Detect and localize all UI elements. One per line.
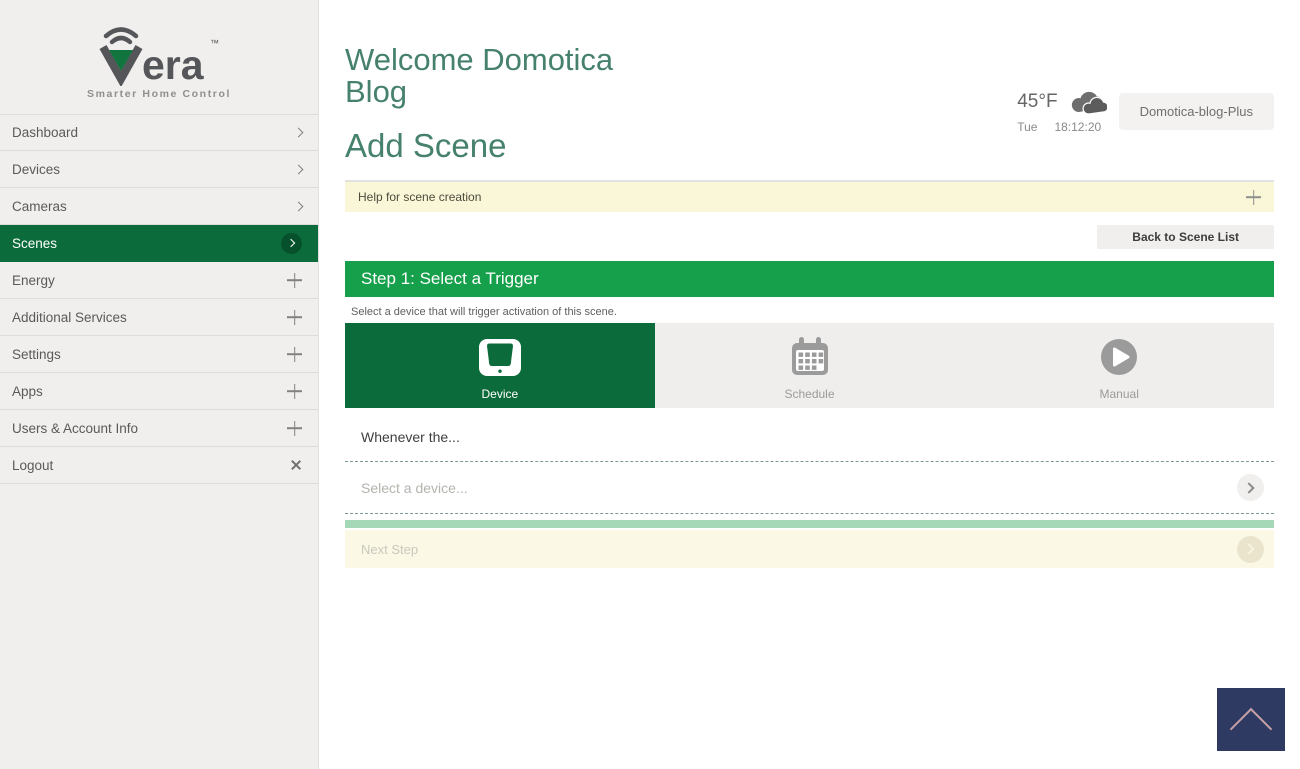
trigger-tiles: Device Schedule Manual [345,323,1275,409]
vera-logo-mark: era ™ [99,27,219,86]
trigger-tile-label: Schedule [784,387,835,402]
chevron-right-circle-icon [281,232,302,254]
progress-strip [345,520,1274,529]
chevron-right-icon [293,201,304,211]
chevron-right-icon [286,238,295,248]
plus-icon [287,421,302,436]
trigger-tile-manual[interactable]: Manual [964,323,1275,409]
trigger-tile-label: Device [481,387,519,402]
back-to-top-button[interactable] [1217,688,1285,751]
chevron-up-icon [1229,707,1273,750]
chevron-right-icon [293,127,304,138]
sidebar-item-label: Energy [12,272,55,288]
plus-icon [287,384,302,399]
temperature: 45°F [1017,90,1058,112]
weekday: Tue [1017,120,1038,134]
trigger-tile-device[interactable]: Device [345,323,655,409]
plus-icon [287,273,302,288]
clock-time: 18:12:20 [1054,120,1102,134]
sidebar-item-label: Logout [12,457,54,473]
logo-tagline: Smarter Home Control [86,88,232,100]
sidebar-item-settings[interactable]: Settings [0,336,318,373]
sidebar-item-label: Devices [12,161,61,177]
sidebar-item-logout[interactable]: Logout [0,447,318,484]
sidebar: era ™ Smarter Home Control Dashboard Dev… [0,0,319,769]
sidebar-item-users-account-info[interactable]: Users & Account Info [0,410,318,447]
close-icon [290,459,302,471]
step1-title: Step 1: Select a Trigger [361,269,539,289]
sidebar-item-energy[interactable]: Energy [0,262,318,299]
chevron-right-icon [1243,482,1255,494]
step1-header: Step 1: Select a Trigger [345,261,1274,298]
main-content: 45°F Tue 18:12:20 Domotica-blog-Plus Wel… [319,0,1300,769]
sidebar-item-label: Scenes [12,235,58,251]
sidebar-item-dashboard[interactable]: Dashboard [0,114,318,151]
chevron-right-circle-icon[interactable] [1237,474,1264,502]
select-device-row[interactable]: Select a device... [345,462,1274,515]
header-right: 45°F Tue 18:12:20 Domotica-blog-Plus [1017,88,1274,134]
wifi-arc-inner-icon [109,35,133,45]
expand-plus-icon[interactable] [1246,190,1261,205]
whenever-the-label: Whenever the... [345,408,1274,463]
next-step-chevron-circle-icon [1237,535,1264,563]
sidebar-item-devices[interactable]: Devices [0,151,318,188]
trigger-tile-label: Manual [1099,387,1139,402]
sidebar-item-label: Dashboard [12,125,79,140]
sidebar-item-label: Users & Account Info [12,420,139,436]
sidebar-item-scenes[interactable]: Scenes [0,225,318,262]
controller-select-button[interactable]: Domotica-blog-Plus [1118,92,1274,130]
plus-icon [287,310,302,325]
chevron-right-icon [1243,543,1255,555]
sidebar-item-additional-services[interactable]: Additional Services [0,299,318,336]
chevron-right-icon [293,164,304,174]
welcome-line1: Welcome Domotica [345,42,614,77]
wifi-arc-outer-icon [103,27,139,39]
weather-block: 45°F Tue 18:12:20 [1017,88,1107,134]
clouds-icon [1071,91,1107,115]
next-step-label: Next Step [361,541,419,557]
sidebar-item-label: Cameras [12,198,67,214]
welcome-line2: Blog [345,73,408,109]
help-for-scene-creation-bar[interactable]: Help for scene creation [345,182,1274,213]
sidebar-menu: Dashboard Devices Cameras Scenes Energy … [0,114,318,484]
device-icon [478,339,521,377]
sidebar-item-label: Settings [12,346,61,362]
sidebar-item-apps[interactable]: Apps [0,373,318,410]
vera-logo: era ™ Smarter Home Control [0,0,318,114]
select-device-placeholder: Select a device... [361,479,468,496]
sidebar-item-label: Apps [12,383,43,399]
step1-subtext: Select a device that will trigger activa… [351,306,617,319]
trigger-tile-schedule[interactable]: Schedule [654,323,965,409]
help-bar-label: Help for scene creation [358,190,482,205]
sidebar-item-cameras[interactable]: Cameras [0,188,318,225]
next-step-bar[interactable]: Next Step [345,530,1274,569]
sidebar-item-label: Additional Services [12,309,127,325]
play-icon [1101,339,1138,376]
logo-tm: ™ [210,38,219,48]
logo-era-text: era [142,42,205,86]
back-to-scene-list-button[interactable]: Back to Scene List [1097,225,1274,250]
calendar-icon [791,337,828,376]
plus-icon [287,347,302,362]
